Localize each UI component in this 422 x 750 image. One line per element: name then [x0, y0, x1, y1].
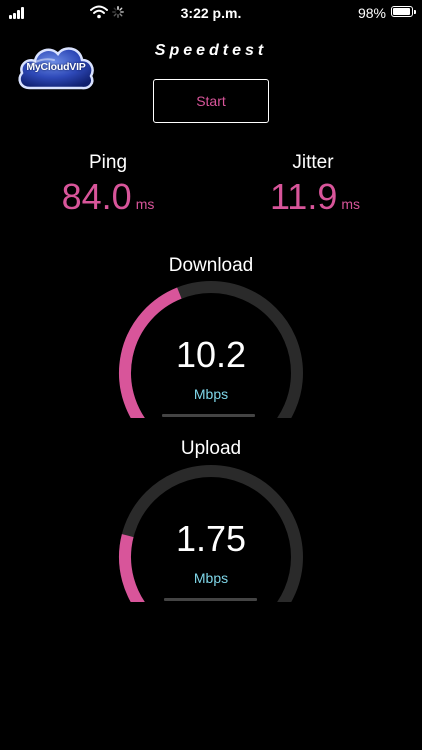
start-button[interactable]: Start	[153, 79, 269, 123]
download-unit: Mbps	[193, 386, 229, 402]
ping-label: Ping	[88, 152, 128, 173]
battery-icon	[391, 6, 416, 17]
ping-value: 84.0 ms	[8, 176, 208, 218]
app-title: Speedtest	[154, 42, 268, 59]
upload-baseline	[164, 598, 257, 601]
upload-unit: Mbps	[193, 570, 229, 586]
jitter-unit: ms	[341, 196, 361, 212]
download-value: 10.2	[175, 334, 247, 375]
battery-percent: 98%	[357, 5, 386, 21]
upload-title: Upload	[180, 438, 242, 459]
download-baseline	[162, 414, 255, 417]
jitter-label: Jitter	[292, 152, 334, 173]
status-bar: 3:22 p.m. 98%	[0, 0, 422, 28]
speedtest-screen: 3:22 p.m. 98% MyCloudVIP Speedtest Start…	[0, 0, 422, 750]
download-gauge: 10.2 Mbps	[106, 278, 316, 448]
upload-gauge: 1.75 Mbps	[106, 462, 316, 632]
download-title: Download	[168, 255, 254, 276]
jitter-value: 11.9 ms	[215, 176, 415, 218]
battery-level	[393, 8, 410, 15]
jitter-number: 11.9	[269, 176, 338, 217]
logo-text: MyCloudVIP	[26, 61, 86, 73]
ping-unit: ms	[135, 196, 155, 212]
ping-number: 84.0	[61, 176, 132, 217]
upload-value: 1.75	[175, 518, 247, 559]
